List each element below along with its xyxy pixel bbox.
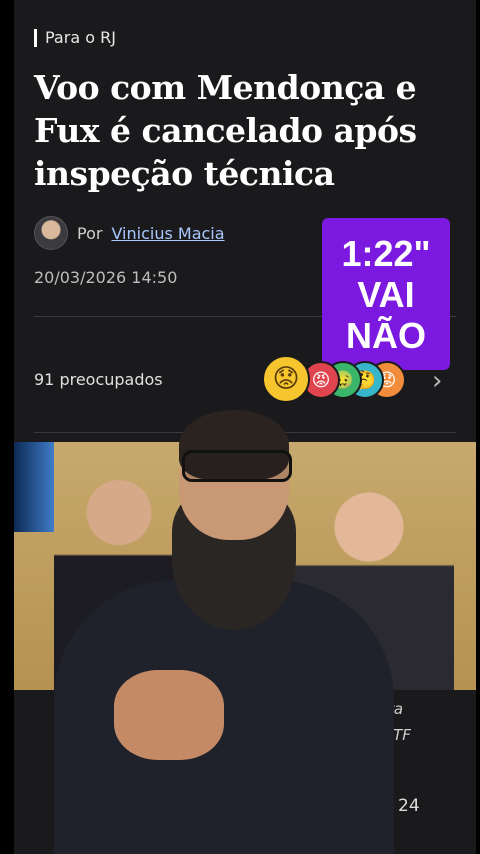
chevron-right-icon[interactable]: › [432,366,442,396]
author-avatar[interactable] [34,216,68,250]
section-label: Para o RJ [45,28,116,47]
publish-date: 20/03/2026 14:50 [34,268,178,287]
reaction-emojis[interactable]: 😟 😡 🤢 🤔 😟 [262,355,412,403]
presenter-overlay [54,410,394,854]
section-bar [34,28,37,47]
presenter-hand [114,670,224,760]
article-title: Voo com Mendonça e Fux é cancelado após … [34,68,417,193]
overlay-line-2: VAI [357,273,415,315]
byline-prefix: Por [77,223,103,243]
author-link[interactable]: Vinicius Macia [111,224,224,243]
comment-count: 24 [398,796,420,816]
overlay-line-3: NÃO [346,314,426,356]
worried-face-icon[interactable]: 😟 [262,355,310,403]
reaction-count[interactable]: 91 preocupados [34,370,163,389]
byline: Por Vinicius Macia [34,216,225,250]
article-screen: Para o RJ Voo com Mendonça e Fux é cance… [14,0,476,854]
presenter-glasses [182,450,292,482]
section-tag[interactable]: Para o RJ [34,28,116,47]
photo-background-screen [14,442,54,532]
video-overlay-badge: 1:22" VAI NÃO [322,218,450,370]
overlay-line-1: 1:22" [341,232,431,274]
